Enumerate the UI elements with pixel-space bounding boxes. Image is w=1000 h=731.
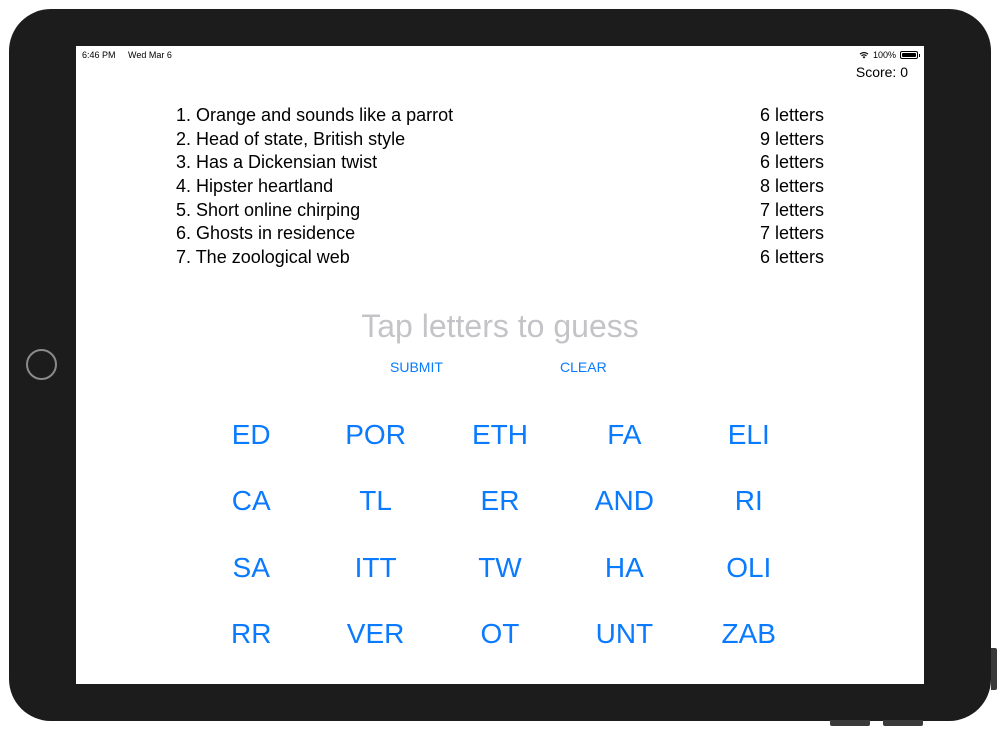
tile-row: RR VER OT UNT ZAB — [189, 601, 811, 667]
volume-down-button — [883, 720, 923, 726]
score-label: Score: 0 — [855, 64, 908, 80]
letter-tile[interactable]: VER — [313, 601, 437, 667]
letter-tile[interactable]: ER — [438, 468, 562, 534]
letter-tile[interactable]: AND — [562, 468, 686, 534]
letter-tile[interactable]: HA — [562, 535, 686, 601]
letter-tile[interactable]: OT — [438, 601, 562, 667]
clue-text: 4. Hipster heartland — [176, 176, 334, 197]
letter-tile[interactable]: POR — [313, 402, 437, 468]
clue-length: 8 letters — [759, 176, 824, 197]
clue-text: 6. Ghosts in residence — [176, 223, 356, 244]
letter-tile[interactable]: ELI — [687, 402, 811, 468]
clue-length: 9 letters — [759, 128, 824, 149]
letter-tile[interactable]: OLI — [687, 535, 811, 601]
battery-percent: 100% — [872, 50, 896, 60]
letter-tile[interactable]: ED — [189, 402, 313, 468]
letter-tile[interactable]: UNT — [562, 601, 686, 667]
status-bar-left: 6:46 PM Wed Mar 6 — [82, 50, 182, 60]
letter-tile[interactable]: SA — [189, 535, 313, 601]
letter-tile[interactable]: TL — [313, 468, 437, 534]
clue-row: 2. Head of state, British style 9 letters — [176, 128, 824, 152]
clue-row: 7. The zoological web 6 letters — [176, 246, 824, 270]
letter-tile-grid: ED POR ETH FA ELI CA TL ER AND RI SA ITT TW HA OLI RR VE… — [189, 402, 811, 667]
battery-icon — [900, 51, 920, 59]
status-date: Wed Mar 6 — [128, 50, 172, 60]
clue-text: 2. Head of state, British style — [176, 128, 406, 149]
clue-row: 4. Hipster heartland 8 letters — [176, 175, 824, 199]
letter-tile[interactable]: TW — [438, 535, 562, 601]
clue-row: 1. Orange and sounds like a parrot 6 lett… — [176, 104, 824, 128]
home-button[interactable] — [26, 349, 57, 380]
letter-tile[interactable]: ITT — [313, 535, 437, 601]
clue-row: 5. Short online chirping 7 letters — [176, 199, 824, 223]
clue-length: 7 letters — [759, 223, 824, 244]
clear-button[interactable]: CLEAR — [560, 359, 607, 375]
clue-length: 6 letters — [759, 247, 824, 268]
status-bar-right: 100% — [859, 50, 920, 60]
letter-tile[interactable]: RR — [189, 601, 313, 667]
clue-text: 1. Orange and sounds like a parrot — [176, 105, 454, 125]
tile-row: ED POR ETH FA ELI — [189, 402, 811, 468]
guess-display: Tap letters to guess — [361, 308, 639, 344]
submit-button[interactable]: SUBMIT — [390, 359, 443, 375]
clue-row: 3. Has a Dickensian twist 6 letters — [176, 151, 824, 175]
status-time: 6:46 PM — [82, 50, 116, 60]
clue-list: 1. Orange and sounds like a parrot 6 lett… — [176, 104, 824, 270]
letter-tile[interactable]: ETH — [438, 402, 562, 468]
clue-text: 7. The zoological web — [176, 247, 350, 268]
clue-text: 3. Has a Dickensian twist — [176, 152, 378, 173]
tile-row: CA TL ER AND RI — [189, 468, 811, 534]
clue-row: 6. Ghosts in residence 7 letters — [176, 222, 824, 246]
app-screen: 6:46 PM Wed Mar 6 100% Score: 0 1. Orang… — [76, 46, 924, 684]
clue-text: 5. Short online chirping — [176, 199, 361, 220]
letter-tile[interactable]: FA — [562, 402, 686, 468]
letter-tile[interactable]: ZAB — [687, 601, 811, 667]
clue-length: 7 letters — [759, 199, 824, 220]
power-button — [991, 648, 997, 690]
tile-row: SA ITT TW HA OLI — [189, 535, 811, 601]
letter-tile[interactable]: CA — [189, 468, 313, 534]
volume-up-button — [830, 720, 870, 726]
clue-length: 6 letters — [759, 152, 824, 173]
letter-tile[interactable]: RI — [687, 468, 811, 534]
wifi-icon — [859, 52, 869, 59]
clue-length: 6 letters — [759, 105, 824, 125]
